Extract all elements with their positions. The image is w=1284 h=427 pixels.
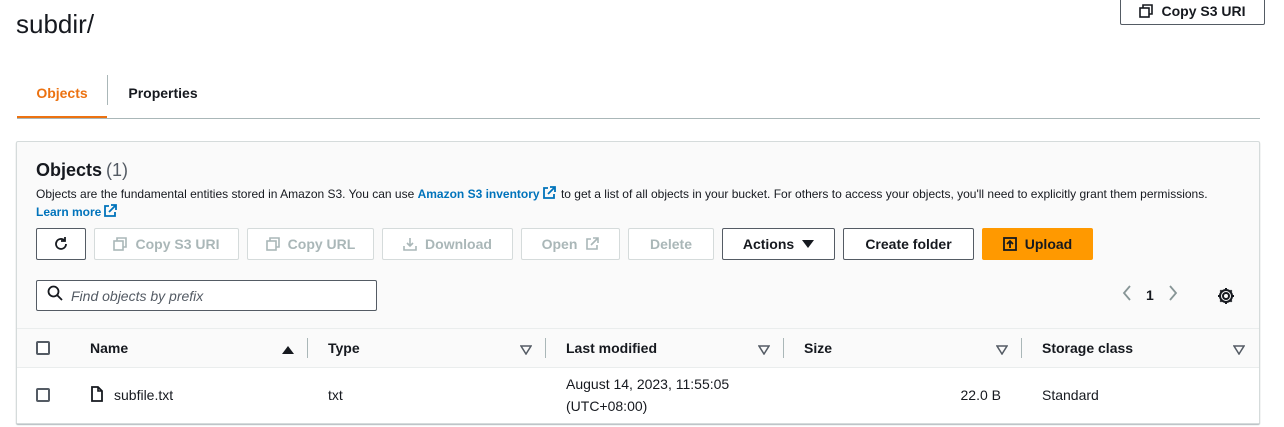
upload-icon — [1002, 237, 1017, 251]
copy-s3-uri-header-button[interactable]: Copy S3 URI — [1120, 0, 1265, 25]
refresh-icon — [53, 236, 69, 252]
download-icon — [403, 237, 417, 251]
external-link-icon — [542, 186, 556, 204]
description-text-2: to get a list of all objects in your buc… — [557, 187, 1208, 201]
search-icon — [47, 285, 63, 306]
sort-caret-icon[interactable] — [757, 342, 771, 360]
search-input[interactable] — [71, 287, 361, 304]
file-icon — [91, 386, 103, 407]
sort-caret-icon[interactable] — [1232, 342, 1246, 360]
column-divider — [1021, 338, 1022, 358]
select-all-checkbox[interactable] — [36, 341, 50, 355]
chevron-right-icon[interactable] — [1168, 285, 1178, 304]
refresh-button[interactable] — [36, 228, 86, 260]
s3-inventory-link[interactable]: Amazon S3 inventory — [418, 187, 540, 201]
copy-icon — [265, 237, 280, 251]
copy-icon — [1139, 3, 1154, 18]
pagination: 1 — [1122, 285, 1178, 304]
download-button[interactable]: Download — [382, 228, 513, 260]
sort-caret-icon[interactable] — [995, 342, 1009, 360]
sort-ascending-icon[interactable] — [282, 342, 294, 360]
column-header-name[interactable]: Name — [90, 340, 128, 356]
caret-down-icon — [802, 239, 815, 249]
external-link-icon — [585, 237, 600, 251]
last-modified-timezone: (UTC+08:00) — [566, 398, 648, 414]
copy-icon — [113, 237, 128, 251]
actions-label: Actions — [742, 236, 795, 252]
open-button[interactable]: Open — [521, 228, 620, 260]
create-folder-button[interactable]: Create folder — [843, 228, 974, 260]
column-header-last-modified[interactable]: Last modified — [566, 340, 657, 356]
sort-caret-icon[interactable] — [519, 342, 533, 360]
file-type: txt — [328, 387, 343, 403]
storage-class: Standard — [1042, 387, 1099, 403]
search-field[interactable] — [36, 280, 377, 311]
learn-more-link[interactable]: Learn more — [36, 205, 101, 219]
file-size: 22.0 B — [960, 387, 1001, 403]
chevron-left-icon[interactable] — [1122, 285, 1132, 304]
page-title: subdir/ — [16, 9, 95, 39]
objects-description: Objects are the fundamental entities sto… — [36, 186, 1246, 222]
column-header-storage-class[interactable]: Storage class — [1042, 340, 1133, 356]
upload-label: Upload — [1024, 236, 1073, 252]
objects-count: (1) — [106, 160, 129, 180]
copy-url-button[interactable]: Copy URL — [247, 228, 374, 260]
row-checkbox[interactable] — [36, 388, 50, 402]
copy-url-label: Copy URL — [287, 236, 356, 252]
actions-dropdown-button[interactable]: Actions — [722, 228, 835, 260]
open-label: Open — [541, 236, 578, 252]
column-divider — [307, 338, 308, 358]
copy-s3-uri-label: Copy S3 URI — [135, 236, 220, 252]
tab-objects[interactable]: Objects — [17, 70, 107, 119]
column-header-size[interactable]: Size — [804, 340, 832, 356]
delete-button[interactable]: Delete — [628, 228, 714, 260]
description-text-1: Objects are the fundamental entities sto… — [36, 187, 418, 201]
create-folder-label: Create folder — [865, 236, 952, 252]
column-divider — [545, 338, 546, 358]
page-number[interactable]: 1 — [1146, 287, 1154, 303]
delete-label: Delete — [649, 236, 693, 252]
gear-icon[interactable] — [1216, 286, 1236, 311]
copy-s3-uri-button[interactable]: Copy S3 URI — [94, 228, 239, 260]
last-modified-date: August 14, 2023, 11:55:05 — [566, 376, 730, 392]
column-header-type[interactable]: Type — [328, 340, 360, 356]
copy-s3-uri-header-label: Copy S3 URI — [1161, 2, 1246, 19]
column-divider — [783, 338, 784, 358]
download-label: Download — [425, 236, 492, 252]
external-link-icon — [103, 204, 118, 222]
upload-button[interactable]: Upload — [982, 228, 1093, 260]
objects-heading-label: Objects — [36, 160, 103, 180]
tab-properties[interactable]: Properties — [108, 70, 218, 116]
tabs-underline — [17, 118, 1260, 119]
file-name-link[interactable]: subfile.txt — [114, 387, 173, 403]
objects-heading: Objects (1) — [36, 160, 128, 181]
